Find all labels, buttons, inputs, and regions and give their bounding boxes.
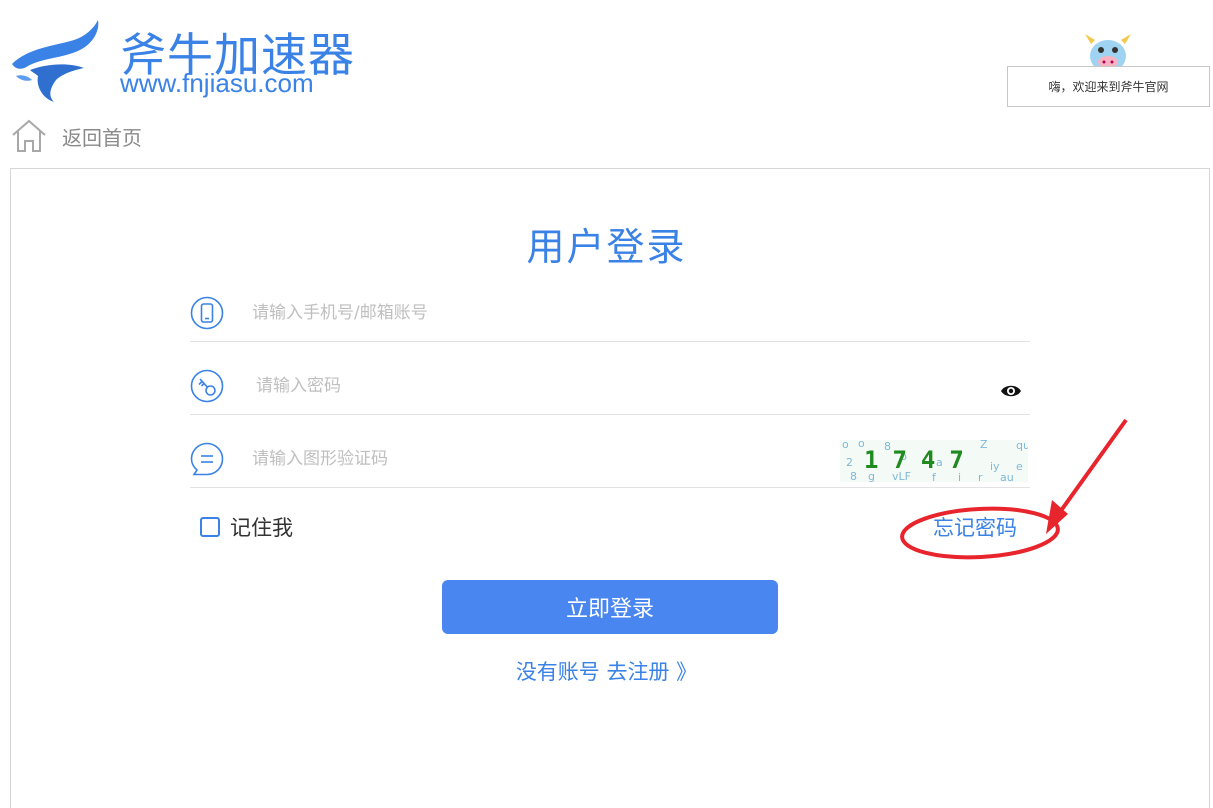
forgot-password-link[interactable]: 忘记密码 xyxy=(933,512,1017,542)
captcha-digits: 1747 xyxy=(864,446,978,474)
welcome-text: 嗨，欢迎来到斧牛官网 xyxy=(1007,66,1210,107)
login-button[interactable]: 立即登录 xyxy=(442,580,778,634)
svg-text:au: au xyxy=(1000,471,1014,482)
svg-text:r: r xyxy=(978,471,983,482)
svg-text:2: 2 xyxy=(846,456,853,469)
svg-text:e: e xyxy=(1016,460,1023,473)
logo-url: www.fnjiasu.com xyxy=(120,68,314,98)
svg-text:iy: iy xyxy=(990,460,1000,473)
account-field xyxy=(190,286,1030,342)
remember-me[interactable]: 记住我 xyxy=(200,512,293,542)
site-logo[interactable]: 斧牛加速器 www.fnjiasu.com xyxy=(8,18,354,104)
captcha-code-text: 1747 xyxy=(864,446,978,474)
remember-checkbox[interactable] xyxy=(200,517,220,537)
chat-icon xyxy=(190,442,224,476)
phone-icon xyxy=(190,296,224,330)
captcha-image[interactable]: oō8 2ba Zqu iy 8 g vLF fir au e 1747 xyxy=(840,440,1028,482)
back-home-link[interactable]: 返回首页 xyxy=(10,116,142,156)
key-icon xyxy=(190,369,224,403)
back-home-label: 返回首页 xyxy=(62,125,142,150)
captcha-input[interactable] xyxy=(250,444,850,474)
password-input[interactable] xyxy=(254,371,854,401)
login-title: 用户登录 xyxy=(526,225,687,269)
welcome-badge: 嗨，欢迎来到斧牛官网 xyxy=(1007,22,1210,107)
svg-text:8: 8 xyxy=(850,470,857,482)
register-row: 没有账号 去注册 》 xyxy=(0,656,1213,686)
register-link[interactable]: 没有账号 去注册 》 xyxy=(516,660,697,684)
eye-icon[interactable] xyxy=(1000,383,1022,399)
captcha-noise: oō8 2ba Zquiy 8 g vLF fir aue 1747 xyxy=(840,440,1028,482)
svg-text:qu: qu xyxy=(1016,440,1028,452)
password-field xyxy=(190,359,1030,415)
home-icon xyxy=(12,119,46,152)
account-input[interactable] xyxy=(250,298,850,328)
logo-mark-icon xyxy=(12,20,99,102)
captcha-field: oō8 2ba Zquiy 8gvLF fir aue 1747 xyxy=(190,432,1030,488)
svg-text:Z: Z xyxy=(980,440,988,451)
remember-label: 记住我 xyxy=(230,516,293,540)
svg-text:o: o xyxy=(842,440,849,451)
